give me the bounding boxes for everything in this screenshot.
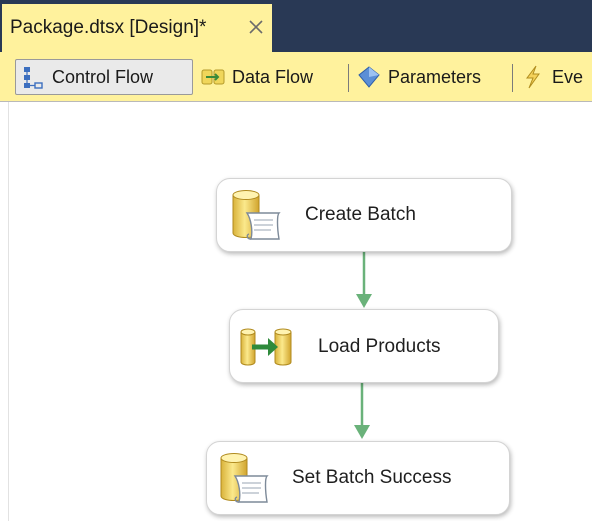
designer-tab-bar: Control Flow Data Flow Parameters Eve (0, 52, 592, 102)
task-label: Create Batch (305, 204, 416, 225)
task-label: Load Products (318, 336, 441, 357)
tab-parameters[interactable]: Parameters (352, 59, 481, 95)
parameters-icon (356, 64, 382, 90)
task-label: Set Batch Success (292, 467, 452, 488)
event-handlers-icon (520, 64, 546, 90)
execute-sql-task-icon (215, 450, 277, 508)
data-flow-task-icon (238, 322, 294, 372)
tab-event-handlers-label: Eve (552, 66, 584, 87)
document-tab-strip: Package.dtsx [Design]* (0, 0, 592, 52)
document-tab-title: Package.dtsx [Design]* (10, 17, 207, 38)
tab-data-flow-label: Data Flow (232, 66, 314, 87)
ssis-package-designer: Package.dtsx [Design]* Control Flow Data… (0, 0, 592, 521)
close-icon[interactable] (245, 16, 267, 38)
tab-event-handlers[interactable]: Eve (516, 59, 583, 95)
tab-parameters-label: Parameters (388, 66, 482, 87)
control-flow-icon (20, 64, 46, 90)
task-load-products[interactable]: Load Products (229, 309, 499, 383)
execute-sql-task-icon (227, 187, 289, 245)
tab-divider (348, 64, 349, 92)
task-create-batch[interactable]: Create Batch (216, 178, 512, 252)
tab-divider (512, 64, 513, 92)
tab-control-flow-label: Control Flow (52, 66, 154, 87)
tab-control-flow[interactable]: Control Flow (15, 59, 193, 95)
data-flow-icon (200, 64, 226, 90)
canvas-edge (8, 102, 9, 521)
task-set-batch-success[interactable]: Set Batch Success (206, 441, 510, 515)
tab-data-flow[interactable]: Data Flow (196, 59, 313, 95)
document-tab[interactable]: Package.dtsx [Design]* (2, 4, 272, 52)
